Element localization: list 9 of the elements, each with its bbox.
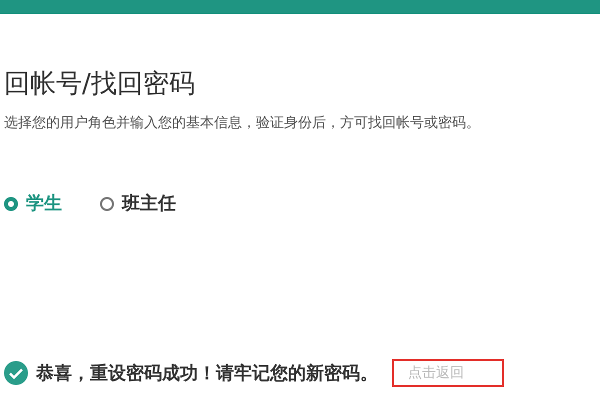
page-title: 回帐号/找回密码	[4, 68, 195, 100]
back-link[interactable]: 点击返回	[392, 359, 504, 387]
role-label[interactable]: 学生	[26, 190, 62, 217]
success-message: 恭喜，重设密码成功！请牢记您的新密码。	[36, 362, 378, 386]
radio-button[interactable]	[100, 196, 114, 210]
check-circle-icon	[4, 361, 28, 385]
role-label[interactable]: 班主任	[122, 190, 176, 217]
description: 选择您的用户角色并输入您的基本信息，验证身份后，方可找回帐号或密码。	[4, 114, 480, 132]
radio-button[interactable]	[4, 196, 18, 210]
